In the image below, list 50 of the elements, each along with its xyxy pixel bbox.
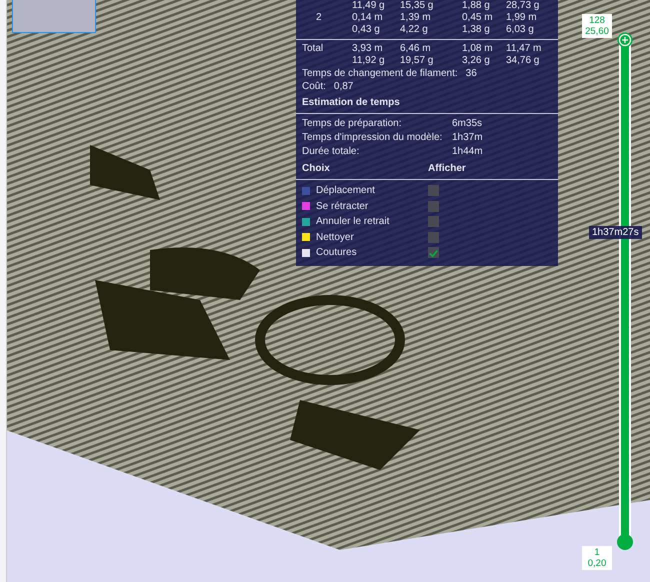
- table-cell-text: 3,93 m: [352, 43, 384, 55]
- table-cell-text: 11,92 g: [352, 55, 386, 67]
- stat-label: Durée totale:: [302, 145, 360, 159]
- legend-label: Déplacement: [316, 185, 376, 196]
- legend-label: Se rétracter: [316, 200, 370, 212]
- stat-value: 6m35s: [452, 117, 484, 131]
- table-cell-text: 1,39 m: [400, 12, 432, 24]
- table-cell-text: 1,99 m: [506, 12, 538, 24]
- section-title: Estimation de temps: [302, 96, 401, 110]
- stat-value: 1h37m: [452, 131, 484, 145]
- table-cell-text: 15,35 g: [400, 0, 434, 12]
- table-cell-text: 1,38 g: [462, 24, 491, 36]
- row-label: Total: [302, 43, 324, 55]
- time-tooltip: 1h37m27s: [589, 226, 642, 239]
- table-cell-text: 1,88 g: [462, 0, 491, 12]
- checkbox[interactable]: [428, 232, 439, 243]
- table-cell-text: 1,08 m: [462, 43, 494, 55]
- legend-label: Nettoyer: [316, 232, 355, 243]
- column-header: Afficher: [428, 162, 467, 176]
- table-cell-text: 34,76 g: [506, 55, 540, 67]
- table-cell-text: 28,73 g: [506, 0, 540, 12]
- table-cell-text: 11,49 g: [352, 0, 386, 12]
- table-cell-text: 0,43 g: [352, 24, 381, 36]
- stat-label: Coût:: [302, 80, 326, 93]
- checkbox[interactable]: [428, 247, 439, 258]
- table-cell-text: 6,46 m: [400, 43, 432, 55]
- legend-label: Annuler le retrait: [316, 216, 390, 228]
- table-cell-text: 3,26 g: [462, 55, 491, 67]
- layer-label: 128 25,60: [582, 14, 612, 38]
- plus-handle-icon[interactable]: [617, 32, 633, 48]
- view-cube-thumbnail[interactable]: [12, 0, 96, 33]
- stat-value: 1h44m: [452, 145, 484, 159]
- table-cell-text: 11,47 m: [506, 43, 542, 55]
- row-label: 2: [315, 12, 323, 24]
- stat-value: 36: [466, 67, 477, 80]
- table-cell-text: 0,14 m: [352, 12, 384, 24]
- legend-label: Coutures: [316, 247, 358, 258]
- table-cell-text: 4,22 g: [400, 24, 429, 36]
- checkbox[interactable]: [428, 200, 439, 212]
- stat-label: Temps d'impression du modèle:: [302, 131, 444, 145]
- layer-label: 1 0,20: [582, 546, 612, 570]
- table-cell-text: 0,45 m: [462, 12, 494, 24]
- table-cell-text: 19,57 g: [400, 55, 434, 67]
- stat-label: Temps de changement de filament:: [302, 67, 458, 80]
- column-header: Choix: [302, 162, 331, 176]
- checkbox[interactable]: [428, 216, 439, 228]
- checkbox[interactable]: [428, 185, 439, 196]
- stat-label: Temps de préparation:: [302, 117, 403, 131]
- stat-value: 0,87: [334, 80, 354, 93]
- table-cell-text: 6,03 g: [506, 24, 535, 36]
